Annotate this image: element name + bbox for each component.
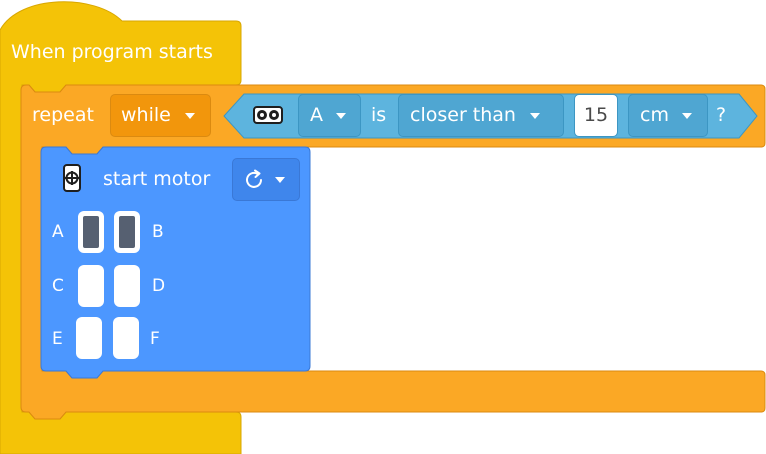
port-toggle-e[interactable] [76, 317, 102, 359]
port-label-f: F [150, 329, 160, 349]
port-toggle-f[interactable] [113, 317, 139, 359]
question-mark: ? [716, 104, 727, 126]
distance-value-input[interactable]: 15 [574, 94, 618, 137]
start-motor-label: start motor [103, 168, 211, 190]
repeat-label: repeat [32, 104, 94, 126]
chevron-down-icon [184, 112, 195, 119]
port-label-e: E [52, 329, 63, 349]
port-toggle-b[interactable] [114, 211, 140, 253]
chevron-down-icon [681, 112, 692, 119]
hat-block-label: When program starts [11, 41, 213, 63]
port-toggle-d[interactable] [114, 265, 140, 307]
chevron-down-icon [275, 176, 285, 183]
port-toggle-c[interactable] [78, 265, 104, 307]
port-label-a: A [52, 222, 64, 242]
sensor-port-value: A [310, 104, 323, 126]
unit-dropdown[interactable]: cm [628, 94, 708, 137]
motor-icon [63, 164, 81, 192]
unit-value: cm [640, 104, 669, 126]
motor-direction-dropdown[interactable] [232, 158, 300, 201]
comparison-dropdown[interactable]: closer than [398, 94, 564, 137]
port-selected-indicator [83, 216, 99, 248]
distance-sensor-icon [253, 105, 283, 125]
is-label: is [371, 104, 387, 126]
repeat-mode-value: while [121, 104, 171, 126]
port-label-c: C [52, 276, 64, 296]
port-label-b: B [152, 222, 164, 242]
clockwise-arrow-icon [244, 169, 266, 191]
port-toggle-a[interactable] [78, 211, 104, 253]
chevron-down-icon [529, 112, 540, 119]
port-selected-indicator [119, 216, 135, 248]
distance-value: 15 [583, 104, 609, 126]
repeat-mode-dropdown[interactable]: while [110, 94, 211, 137]
comparison-value: closer than [410, 104, 516, 126]
port-label-d: D [152, 276, 166, 296]
chevron-down-icon [336, 112, 346, 119]
sensor-port-dropdown[interactable]: A [298, 94, 361, 137]
